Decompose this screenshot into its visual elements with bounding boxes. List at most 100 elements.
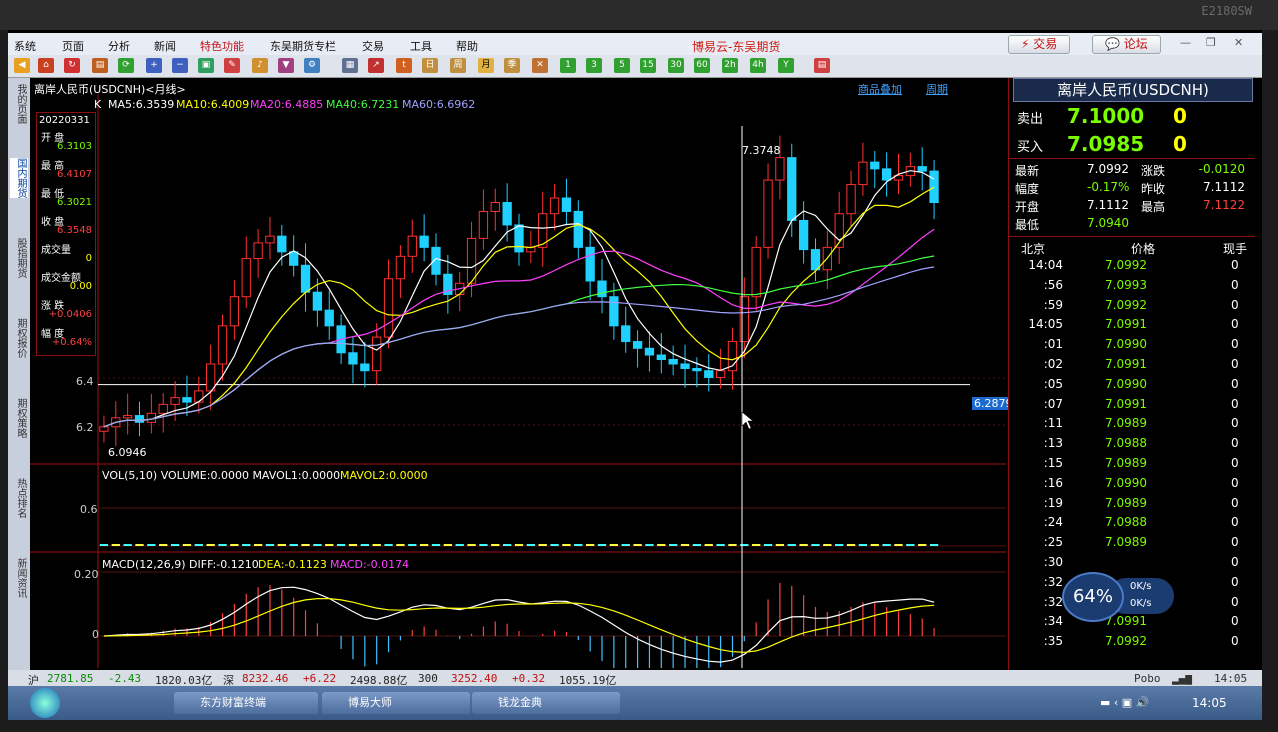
pen-icon[interactable]: ✎ (224, 58, 240, 73)
period-link[interactable]: 周期 (926, 81, 948, 97)
candle-body (751, 246, 761, 298)
refresh-icon[interactable]: ↻ (64, 58, 80, 73)
volume-bar (669, 544, 678, 546)
min1-icon[interactable]: 1 (560, 58, 576, 73)
cycle-icon[interactable]: ⟳ (118, 58, 134, 73)
menu-help[interactable]: 帮助 (456, 38, 478, 54)
tab-options-strategy[interactable]: 期权策略 (10, 398, 28, 438)
start-button[interactable] (30, 688, 60, 718)
menu-trade[interactable]: 交易 (362, 38, 384, 54)
home-icon[interactable]: ⌂ (38, 58, 54, 73)
volume-bar (135, 544, 144, 546)
stat-value: -0.17% (1087, 180, 1130, 194)
candle-body (585, 246, 595, 282)
close-icon[interactable]: ✕ (1234, 36, 1243, 49)
h2-icon[interactable]: 2h (722, 58, 738, 73)
tick-price: 7.0992 (1105, 258, 1147, 272)
tick-row: :24 7.0988 0 (1009, 515, 1255, 535)
macd-axis-zero: 0 (92, 628, 99, 641)
menu-news[interactable]: 新闻 (154, 38, 176, 54)
settings-icon[interactable]: ⚙ (304, 58, 320, 73)
h4-icon[interactable]: 4h (750, 58, 766, 73)
candle-body (549, 197, 560, 215)
tick-price: 7.0988 (1105, 515, 1147, 530)
candle-body (561, 197, 572, 212)
price-label-62: 6.2 (76, 421, 94, 434)
left-tabs: 我的页面 国内期货 股指期货 期权报价 期权策略 热点排名 新闻资讯 (8, 78, 30, 688)
task-qianlong[interactable]: 钱龙金典 (472, 692, 620, 714)
tick-row: 14:04 7.0992 0 (1009, 258, 1255, 278)
candle-body (787, 157, 797, 221)
line-chart-icon[interactable]: ↗ (368, 58, 384, 73)
buy-label: 买入 (1017, 140, 1044, 155)
tab-index-futures[interactable]: 股指期货 (10, 238, 28, 278)
volume-bar (728, 544, 737, 546)
calendar-icon[interactable]: ▤ (814, 58, 830, 73)
tab-domestic-futures[interactable]: 国内期货 (10, 158, 28, 198)
trade-button[interactable]: ⚡ 交易 (1008, 35, 1071, 54)
zoom-in-icon[interactable]: + (146, 58, 162, 73)
menu-system[interactable]: 系统 (14, 38, 36, 54)
quote-icon[interactable]: ▤ (92, 58, 108, 73)
kline-chart[interactable]: 离岸人民币(USDCNH)<月线> K MA5:6.3539 MA10:6.40… (30, 78, 1015, 703)
min60-icon[interactable]: 60 (694, 58, 710, 73)
tick-time: :19 (1043, 495, 1063, 510)
bell-icon[interactable]: ♪ (252, 58, 268, 73)
candle-body (134, 415, 145, 423)
menu-special[interactable]: 特色功能 (200, 38, 244, 54)
y-icon[interactable]: Y (778, 58, 794, 73)
menu-page[interactable]: 页面 (62, 38, 84, 54)
menu-tools[interactable]: 工具 (410, 38, 432, 54)
volume-bar (846, 544, 856, 546)
min5-icon[interactable]: 5 (614, 58, 630, 73)
month-icon[interactable]: 月 (478, 58, 494, 73)
tab-my-page[interactable]: 我的页面 (10, 84, 28, 124)
forum-button[interactable]: 💬 论坛 (1092, 35, 1161, 54)
task-boyi[interactable]: 博易大师 (322, 692, 470, 714)
tick-volume: 0 (1231, 396, 1239, 411)
min3-icon[interactable]: 3 (586, 58, 602, 73)
week-icon[interactable]: 周 (450, 58, 466, 73)
table-icon[interactable]: ▦ (342, 58, 358, 73)
candle-body (383, 278, 394, 338)
tick-icon[interactable]: t (396, 58, 412, 73)
tab-options-quote[interactable]: 期权报价 (10, 318, 28, 358)
volume-bar (479, 544, 488, 546)
task-eastmoney[interactable]: 东方财富终端 (174, 692, 318, 714)
volume-bar (609, 544, 619, 546)
tick-price: 7.0990 (1105, 475, 1147, 490)
day-icon[interactable]: 日 (422, 58, 438, 73)
tray-icons[interactable]: ▬ ‹ ▣ 🔊 (1100, 696, 1149, 709)
tick-price: 7.0989 (1105, 495, 1147, 510)
season-icon[interactable]: 季 (504, 58, 520, 73)
stat-label: 昨收 (1141, 182, 1166, 196)
volume-bar (396, 544, 405, 546)
tick-list[interactable]: 14:04 7.0992 0:56 7.0993 0:59 7.0992 0 14:05 7.0… (1009, 258, 1255, 678)
volume-bar (621, 544, 630, 546)
index-item: +0.32 (512, 672, 546, 685)
tab-hot-ranking[interactable]: 热点排名 (10, 478, 28, 518)
zoom-out-icon[interactable]: − (172, 58, 188, 73)
min30-icon[interactable]: 30 (668, 58, 684, 73)
menu-analysis[interactable]: 分析 (108, 38, 130, 54)
screen: 系统 页面 分析 新闻 特色功能 东吴期货专栏 交易 工具 帮助 博易云-东吴期… (8, 30, 1262, 720)
restore-icon[interactable]: ❐ (1206, 36, 1216, 49)
cpu-gauge[interactable]: 64% (1062, 572, 1124, 622)
back-icon[interactable]: ◀ (14, 58, 30, 73)
min15-icon[interactable]: 15 (640, 58, 656, 73)
desktop-photo: E2180SW 系统 页面 分析 新闻 特色功能 东吴期货专栏 交易 工具 帮助… (0, 0, 1278, 732)
minimize-icon[interactable]: — (1180, 36, 1191, 49)
volume-bar (526, 544, 536, 546)
menu-dongwu[interactable]: 东吴期货专栏 (270, 38, 336, 54)
macd-value: MACD:-0.0174 (330, 558, 410, 571)
year-icon[interactable]: ✕ (532, 58, 548, 73)
ma10-label: MA10:6.4009 (176, 98, 250, 111)
window-icon[interactable]: ▣ (198, 58, 214, 73)
volume-bar (929, 544, 939, 546)
tab-news[interactable]: 新闻资讯 (10, 558, 28, 598)
info-value: 6.3103 (57, 141, 92, 152)
info-box: 20220331 开 盘 6.3103 最 高 6.4107 最 低 6.3021 收 盘 6.… (36, 112, 96, 356)
filter-icon[interactable]: ▼ (278, 58, 294, 73)
overlay-link[interactable]: 商品叠加 (858, 81, 902, 97)
tick-row: :01 7.0990 0 (1009, 337, 1255, 357)
